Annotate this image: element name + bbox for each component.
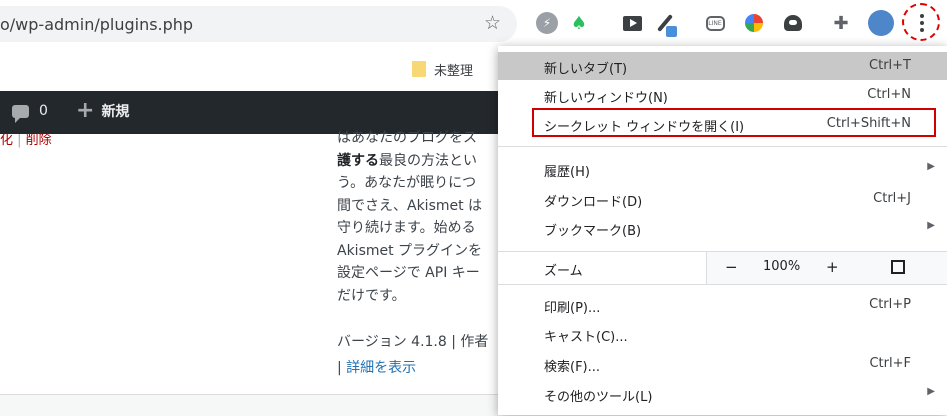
zoom-in-button[interactable]: + xyxy=(826,258,839,276)
submenu-arrow-icon: ▶ xyxy=(927,161,935,172)
menu-item-shortcut: Ctrl+T xyxy=(869,58,911,73)
menu-item-find[interactable]: 検索(F)... Ctrl+F xyxy=(498,350,947,378)
zoom-out-button[interactable]: − xyxy=(725,258,738,276)
menu-item-bookmarks[interactable]: ブックマーク(B) ▶ xyxy=(498,214,947,242)
menu-item-shortcut: Ctrl+J xyxy=(873,191,911,206)
color-wheel-icon[interactable] xyxy=(743,12,765,34)
zoom-label: ズーム xyxy=(544,264,583,279)
comments-link[interactable]: 0 xyxy=(12,103,48,123)
bookmark-folder[interactable]: 未整理 xyxy=(412,58,473,80)
eyedropper-icon[interactable] xyxy=(654,12,677,37)
menu-item-history[interactable]: 履歴(H) ▶ xyxy=(498,155,947,183)
menu-item-label: キャスト(C)... xyxy=(544,330,628,345)
menu-item-label: 新しいタブ(T) xyxy=(544,62,628,77)
next-plugin-row xyxy=(0,394,500,416)
desc-line: Akismet プラグインを xyxy=(337,242,483,259)
new-label: 新規 xyxy=(101,104,130,120)
plugin-detail-row: | 詳細を表示 xyxy=(337,357,416,377)
desc-line: 設定ページで API キー xyxy=(337,265,480,281)
menu-item-new-tab[interactable]: 新しいタブ(T) Ctrl+T xyxy=(498,52,947,80)
bookmark-star-icon[interactable]: ☆ xyxy=(484,12,501,34)
comment-icon xyxy=(12,104,29,123)
desc-line: 守り続けます。始める xyxy=(337,220,476,236)
desc-line: 間でさえ、Akismet は xyxy=(337,197,483,214)
comment-count: 0 xyxy=(39,103,48,119)
action-activate-fragment[interactable]: 化 xyxy=(0,133,13,148)
browser-toolbar: o/wp-admin/plugins.php ☆ ⚡ ♠ LINE ✚ xyxy=(0,0,947,48)
desc-line-rest: 最良の方法とい xyxy=(379,152,477,169)
plus-icon: + xyxy=(76,98,95,123)
menu-item-more-tools[interactable]: その他のツール(L) ▶ xyxy=(498,380,947,408)
menu-item-label: 検索(F)... xyxy=(544,360,601,375)
menu-item-print[interactable]: 印刷(P)... Ctrl+P xyxy=(498,291,947,319)
menu-separator xyxy=(498,284,947,285)
bolt-icon[interactable]: ⚡ xyxy=(536,12,558,34)
profile-avatar[interactable] xyxy=(868,10,894,36)
detail-separator: | xyxy=(337,360,347,376)
puzzle-icon[interactable]: ✚ xyxy=(830,12,852,34)
menu-item-new-window[interactable]: 新しいウィンドウ(N) Ctrl+N xyxy=(498,81,947,109)
menu-item-cast[interactable]: キャスト(C)... xyxy=(498,320,947,348)
menu-separator xyxy=(498,146,947,147)
new-content-link[interactable]: + 新規 xyxy=(76,98,130,123)
zoom-row: ズーム − 100% + xyxy=(498,252,947,284)
incognito-highlight xyxy=(532,108,936,137)
menu-item-label: 印刷(P)... xyxy=(544,301,601,316)
fullscreen-icon[interactable] xyxy=(891,260,905,274)
delete-link[interactable]: 削除 xyxy=(26,133,52,148)
plugin-version: バージョン 4.1.8 | 作者 xyxy=(337,334,489,350)
menu-item-label: ダウンロード(D) xyxy=(544,195,643,210)
menu-item-shortcut: Ctrl+F xyxy=(869,356,911,371)
menu-item-label: 新しいウィンドウ(N) xyxy=(544,91,668,106)
desc-line: はあなたのブログをス xyxy=(337,130,477,146)
plugin-description: はあなたのブログをス 護する最良の方法とい う。あなたが眠りにつ 間でさえ、Ak… xyxy=(337,127,497,307)
evernote-icon[interactable]: ♠ xyxy=(568,12,590,34)
menu-item-label: 履歴(H) xyxy=(544,165,590,180)
desc-bold: 護する xyxy=(337,152,379,169)
action-separator: | xyxy=(17,133,26,148)
menu-button-highlight xyxy=(902,3,940,41)
bookmark-folder-label: 未整理 xyxy=(434,63,474,79)
folder-icon xyxy=(412,61,426,77)
submenu-arrow-icon: ▶ xyxy=(927,220,935,231)
zoom-value: 100% xyxy=(763,259,801,274)
view-details-link[interactable]: 詳細を表示 xyxy=(346,360,416,376)
desc-line: う。あなたが眠りにつ xyxy=(337,175,477,191)
menu-item-downloads[interactable]: ダウンロード(D) Ctrl+J xyxy=(498,185,947,213)
plugin-actions: 化 | 削除 xyxy=(0,129,52,148)
desc-line: だけです。 xyxy=(337,287,406,304)
chrome-main-menu: 新しいタブ(T) Ctrl+T 新しいウィンドウ(N) Ctrl+N シークレッ… xyxy=(498,46,947,415)
address-bar[interactable]: o/wp-admin/plugins.php ☆ xyxy=(0,6,517,42)
menu-item-label: その他のツール(L) xyxy=(544,390,653,405)
menu-item-label: ブックマーク(B) xyxy=(544,224,642,239)
desc-line: 護する最良の方法とい xyxy=(337,150,497,173)
line-icon[interactable]: LINE xyxy=(704,12,726,34)
menu-item-shortcut: Ctrl+P xyxy=(869,297,911,312)
submenu-arrow-icon: ▶ xyxy=(927,386,935,397)
menu-item-shortcut: Ctrl+N xyxy=(867,87,911,102)
screen-icon[interactable] xyxy=(621,12,643,34)
tank-icon[interactable] xyxy=(782,12,804,34)
url-text[interactable]: o/wp-admin/plugins.php xyxy=(0,15,193,34)
